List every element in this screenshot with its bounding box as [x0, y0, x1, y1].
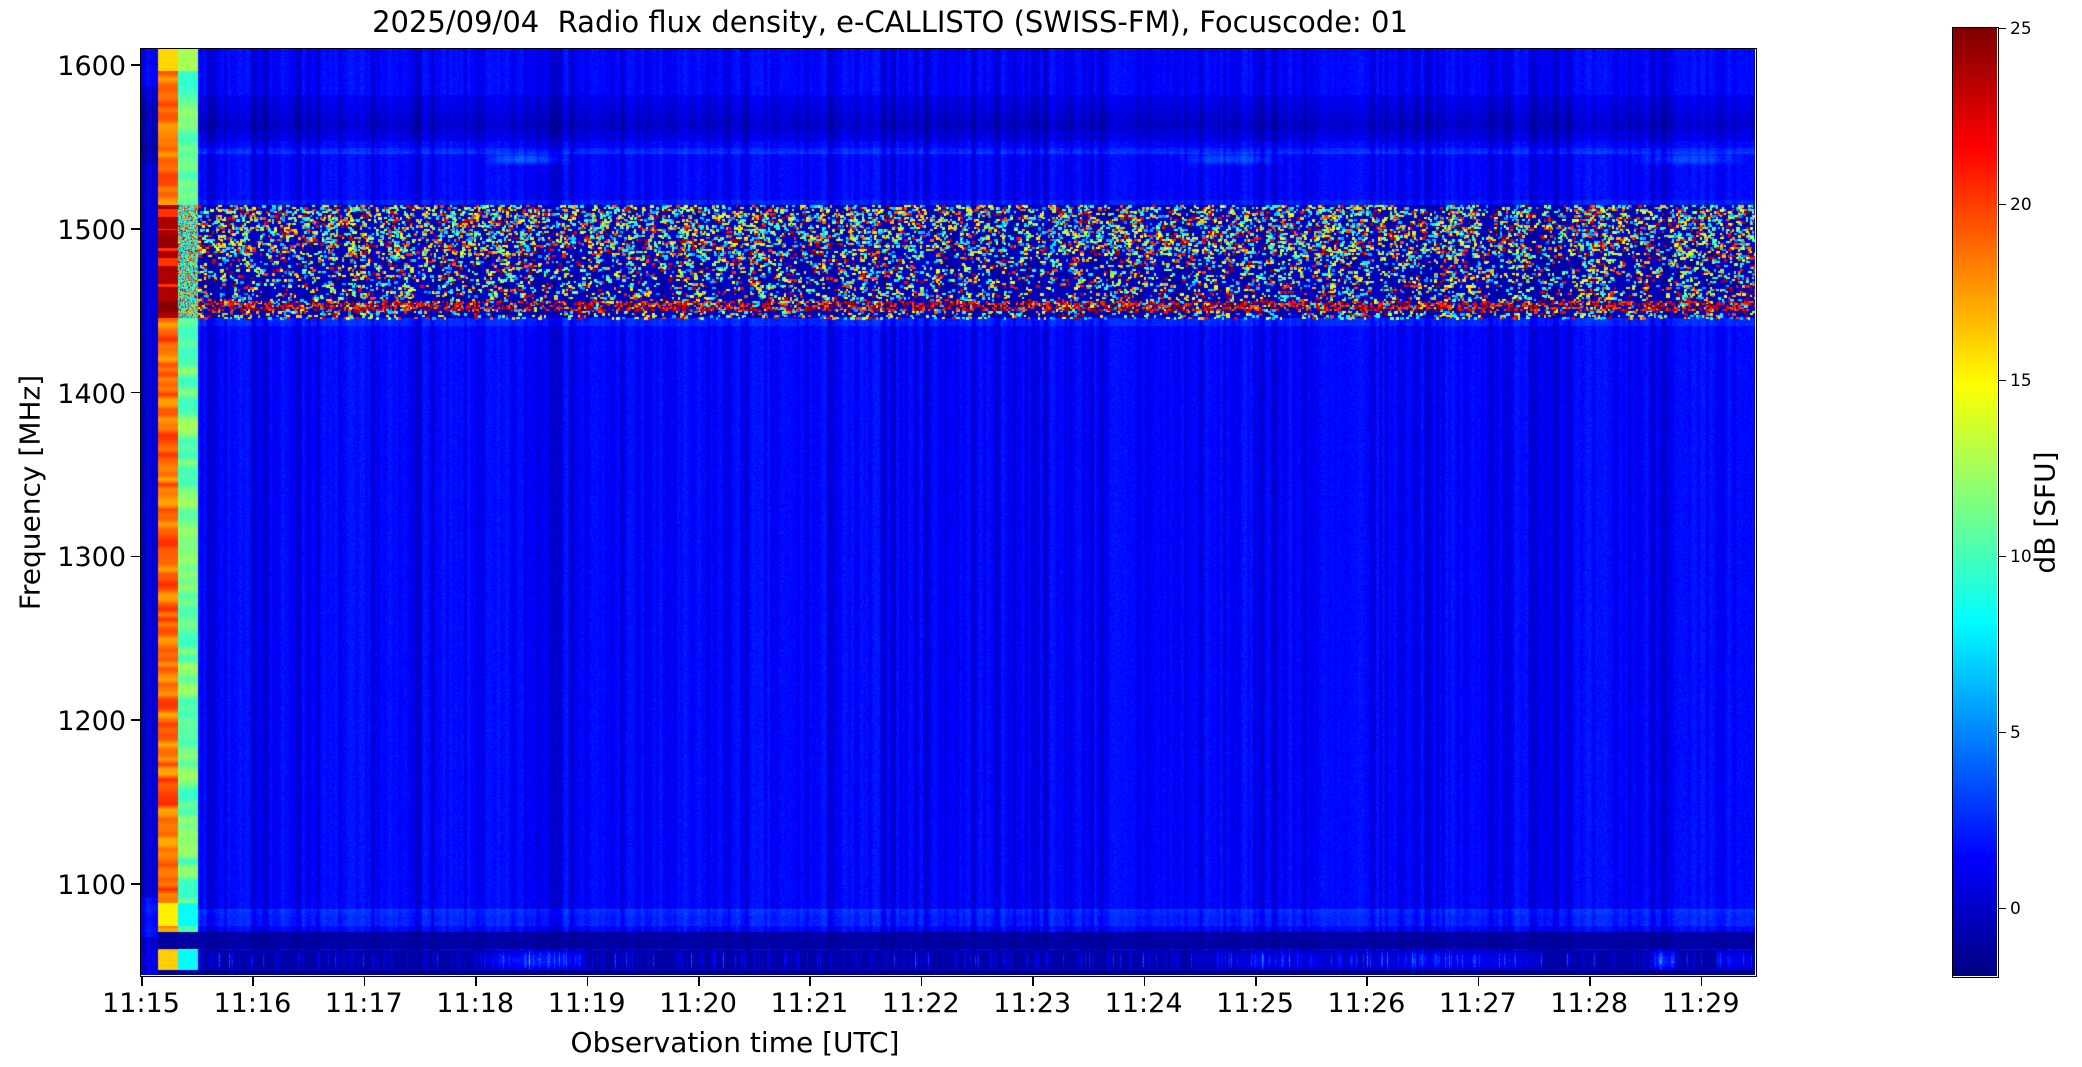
x-tick-mark: [809, 977, 811, 986]
y-tick-mark: [131, 391, 140, 394]
x-tick-label: 11:20: [659, 988, 737, 1019]
colorbar-tick-mark: [1999, 555, 2006, 558]
chart-title: 2025/09/04 Radio flux density, e-CALLIST…: [372, 5, 1408, 39]
colorbar-tick-label: 0: [2010, 898, 2021, 919]
x-tick-mark: [363, 977, 366, 986]
x-tick-label: 11:23: [993, 988, 1072, 1019]
y-tick-mark: [131, 555, 140, 558]
x-tick-mark: [1143, 977, 1146, 986]
colorbar-tick-mark: [1999, 731, 2006, 734]
x-tick-label: 11:27: [1438, 988, 1517, 1019]
x-tick-mark: [1589, 977, 1591, 986]
x-tick-label: 11:25: [1216, 988, 1294, 1019]
x-tick-mark: [1255, 977, 1257, 986]
plot-area: [140, 48, 1757, 977]
colorbar-tick-mark: [1999, 203, 2006, 206]
x-tick-label: 11:29: [1661, 988, 1740, 1019]
x-tick-mark: [1477, 977, 1480, 986]
y-tick-label: 1600: [57, 51, 126, 82]
y-tick-label: 1400: [57, 378, 126, 410]
x-tick-label: 11:24: [1104, 988, 1183, 1019]
x-tick-mark: [141, 977, 143, 986]
y-tick-label: 1100: [57, 870, 126, 901]
x-tick-mark: [920, 977, 923, 986]
x-tick-label: 11:15: [102, 988, 180, 1019]
y-tick-label: 1300: [57, 542, 126, 574]
x-tick-mark: [1032, 977, 1034, 986]
x-tick-mark: [475, 977, 477, 986]
x-tick-label: 11:21: [770, 988, 849, 1019]
colorbar-label: dB [SFU]: [2028, 451, 2062, 574]
spectrogram-canvas: [141, 49, 1755, 975]
y-tick-label: 1200: [57, 706, 126, 738]
colorbar-tick-mark: [1999, 27, 2006, 30]
colorbar-tick-label: 25: [2010, 18, 2032, 39]
x-tick-label: 11:22: [881, 988, 960, 1019]
x-tick-mark: [1366, 977, 1368, 986]
colorbar-tick-mark: [1999, 379, 2006, 382]
y-tick-mark: [131, 228, 140, 230]
x-tick-label: 11:28: [1550, 988, 1629, 1019]
y-tick-mark: [131, 719, 140, 721]
x-tick-label: 11:26: [1327, 988, 1406, 1019]
colorbar-canvas: [1953, 28, 1997, 976]
x-tick-label: 11:18: [436, 988, 515, 1019]
spectrogram-figure: 2025/09/04 Radio flux density, e-CALLIST…: [0, 0, 2082, 1067]
y-tick-mark: [131, 64, 140, 66]
x-tick-label: 11:17: [324, 988, 403, 1019]
x-tick-mark: [698, 977, 700, 986]
x-tick-label: 11:19: [547, 988, 626, 1019]
x-tick-mark: [1700, 977, 1703, 986]
y-tick-label: 1500: [57, 214, 126, 246]
colorbar-tick-label: 20: [2010, 194, 2032, 215]
x-tick-label: 11:16: [213, 988, 292, 1019]
colorbar-tick-mark: [1999, 907, 2006, 910]
colorbar: [1952, 27, 1999, 978]
x-axis-label: Observation time [UTC]: [570, 1026, 900, 1059]
y-tick-mark: [131, 883, 140, 885]
y-axis-label: Frequency [MHz]: [13, 374, 47, 611]
x-tick-mark: [252, 977, 254, 986]
x-tick-mark: [586, 977, 589, 986]
